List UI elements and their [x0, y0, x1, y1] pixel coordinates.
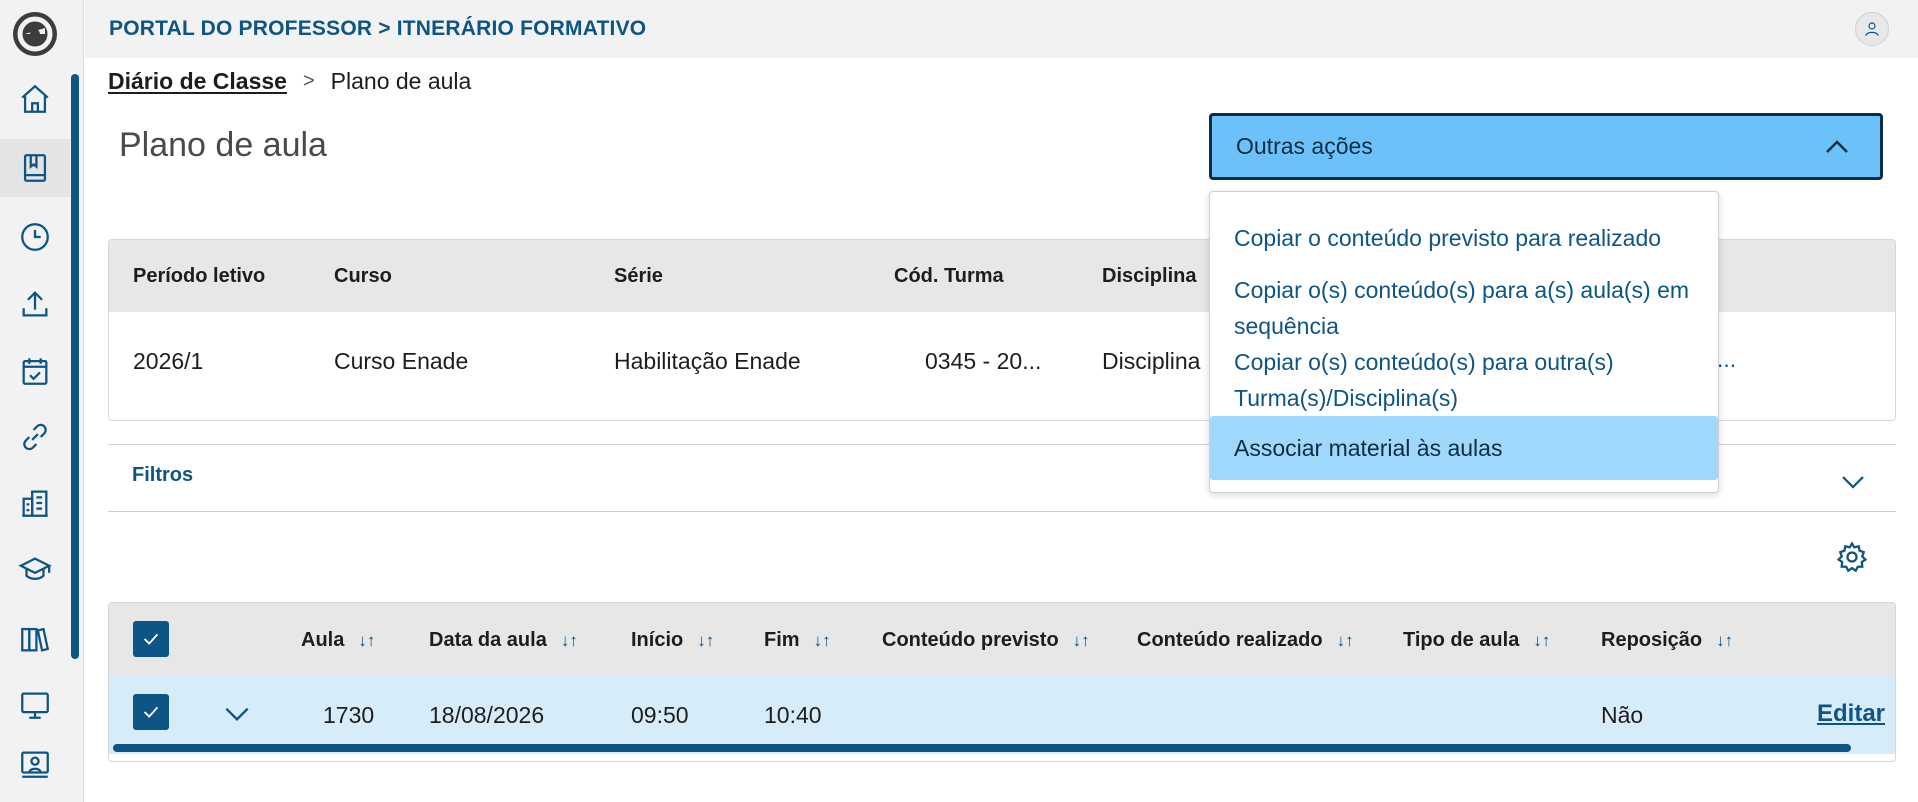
- menu-item-copy-sequence[interactable]: Copiar o(s) conteúdo(s) para a(s) aula(s…: [1210, 272, 1718, 344]
- column-inicio-label: Início: [631, 629, 684, 651]
- menu-item-copy-predicted[interactable]: Copiar o conteúdo previsto para realizad…: [1210, 220, 1718, 256]
- book-icon[interactable]: [0, 139, 70, 197]
- cell-inicio: 09:50: [631, 702, 689, 728]
- sort-icon[interactable]: ↓↑: [697, 631, 714, 651]
- books-icon[interactable]: [0, 610, 70, 668]
- column-fim-label: Fim: [764, 629, 800, 651]
- value-curso: Curso Enade: [334, 348, 469, 374]
- home-icon[interactable]: [0, 70, 70, 128]
- sidebar-scrollbar[interactable]: [71, 74, 79, 659]
- header-curso: Curso: [334, 265, 392, 287]
- menu-item-associate-material[interactable]: Associar material às aulas: [1210, 416, 1718, 480]
- sort-icon[interactable]: ↓↑: [1337, 631, 1354, 651]
- column-realizado-label: Conteúdo realizado: [1137, 629, 1323, 651]
- sort-icon[interactable]: ↓↑: [358, 631, 375, 651]
- app-logo-icon[interactable]: [11, 10, 59, 58]
- upload-icon[interactable]: [0, 275, 70, 333]
- sidebar: [0, 0, 84, 802]
- lessons-table-header: Aula ↓↑ Data da aula ↓↑ Início ↓↑ Fim ↓↑ Con…: [109, 603, 1895, 676]
- column-fim[interactable]: Fim ↓↑: [764, 629, 831, 652]
- column-data-label: Data da aula: [429, 629, 547, 651]
- sort-icon[interactable]: ↓↑: [1533, 631, 1550, 651]
- column-conteudo-previsto[interactable]: Conteúdo previsto ↓↑: [882, 629, 1090, 652]
- column-data[interactable]: Data da aula ↓↑: [429, 629, 578, 652]
- column-tipo-label: Tipo de aula: [1403, 629, 1520, 651]
- check-icon: [143, 706, 159, 718]
- table-row[interactable]: 1730 18/08/2026 09:50 10:40 Não Editar: [109, 676, 1895, 754]
- cell-aula: 1730: [323, 702, 375, 728]
- check-icon: [143, 633, 159, 645]
- edit-link[interactable]: Editar: [1817, 700, 1885, 728]
- cell-data: 18/08/2026: [429, 702, 545, 728]
- select-all-checkbox[interactable]: [133, 621, 169, 657]
- column-aula[interactable]: Aula ↓↑: [301, 629, 375, 652]
- column-previsto-label: Conteúdo previsto: [882, 629, 1059, 651]
- column-aula-label: Aula: [301, 629, 345, 651]
- column-conteudo-realizado[interactable]: Conteúdo realizado ↓↑: [1137, 629, 1354, 652]
- link-icon[interactable]: [0, 408, 70, 466]
- cell-fim: 10:40: [764, 702, 822, 728]
- header-cod-turma: Cód. Turma: [894, 265, 1004, 287]
- clock-icon[interactable]: [0, 208, 70, 266]
- value-periodo: 2026/1: [133, 348, 204, 374]
- chevron-up-icon: [1826, 139, 1848, 153]
- value-serie: Habilitação Enade: [614, 348, 801, 374]
- breadcrumb-current: Plano de aula: [330, 68, 472, 94]
- column-reposicao-label: Reposição: [1601, 629, 1703, 651]
- topbar: PORTAL DO PROFESSOR > ITNERÁRIO FORMATIV…: [85, 0, 1918, 58]
- row-checkbox[interactable]: [133, 694, 169, 730]
- chevron-down-icon[interactable]: [1838, 467, 1868, 497]
- table-horizontal-scrollbar[interactable]: [113, 744, 1851, 752]
- sort-icon[interactable]: ↓↑: [814, 631, 831, 651]
- breadcrumb: Diário de Classe > Plano de aula: [108, 68, 471, 95]
- monitor-icon[interactable]: [0, 676, 70, 734]
- value-disciplina: Disciplina: [1102, 348, 1201, 374]
- cell-reposicao: Não: [1601, 702, 1644, 728]
- chevron-down-icon[interactable]: [221, 698, 253, 730]
- user-icon[interactable]: [1855, 12, 1889, 46]
- graduation-cap-icon[interactable]: [0, 541, 70, 599]
- filters-label: Filtros: [132, 464, 194, 486]
- header-disciplina: Disciplina: [1102, 265, 1197, 287]
- gear-icon[interactable]: [1835, 540, 1869, 579]
- header-serie: Série: [614, 265, 663, 287]
- breadcrumb-separator: >: [302, 70, 315, 92]
- sort-icon[interactable]: ↓↑: [561, 631, 578, 651]
- breadcrumb-link-diario[interactable]: Diário de Classe: [108, 68, 287, 95]
- other-actions-menu: Copiar o conteúdo previsto para realizad…: [1209, 191, 1719, 493]
- value-cod-turma: 0345 - 20...: [925, 348, 1042, 374]
- column-inicio[interactable]: Início ↓↑: [631, 629, 714, 652]
- sort-icon[interactable]: ↓↑: [1073, 631, 1090, 651]
- more-ellipsis[interactable]: ...: [1717, 346, 1736, 373]
- header-periodo: Período letivo: [133, 265, 266, 287]
- menu-item-copy-other-class[interactable]: Copiar o(s) conteúdo(s) para outra(s) Tu…: [1210, 344, 1718, 416]
- topbar-title: PORTAL DO PROFESSOR > ITNERÁRIO FORMATIV…: [109, 17, 647, 40]
- other-actions-button[interactable]: Outras ações: [1209, 113, 1883, 180]
- column-tipo-aula[interactable]: Tipo de aula ↓↑: [1403, 629, 1550, 652]
- column-reposicao[interactable]: Reposição ↓↑: [1601, 629, 1733, 652]
- classroom-icon[interactable]: [0, 735, 70, 793]
- sort-icon[interactable]: ↓↑: [1716, 631, 1733, 651]
- lessons-table: Aula ↓↑ Data da aula ↓↑ Início ↓↑ Fim ↓↑ Con…: [108, 602, 1896, 762]
- other-actions-label: Outras ações: [1236, 133, 1373, 159]
- building-icon[interactable]: [0, 474, 70, 532]
- page-title: Plano de aula: [119, 126, 327, 164]
- calendar-check-icon[interactable]: [0, 342, 70, 400]
